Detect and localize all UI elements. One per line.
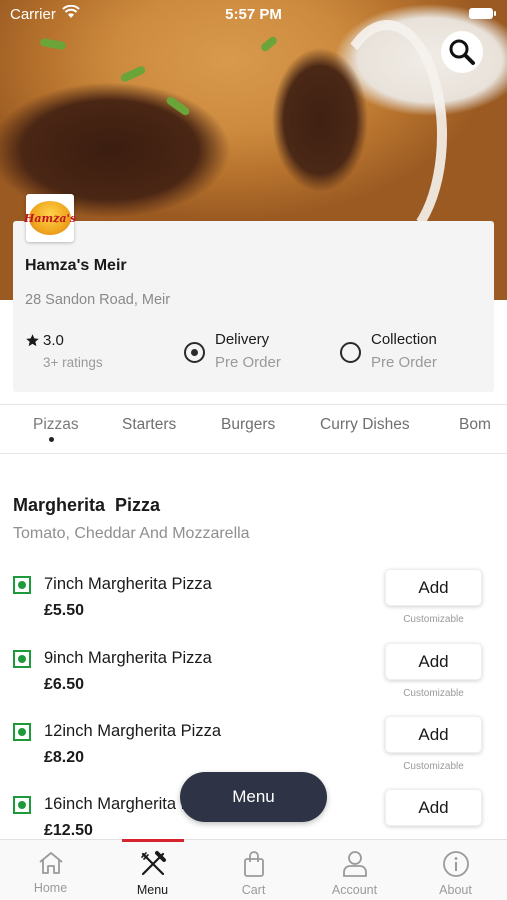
category-pizzas[interactable]: Pizzas [33, 416, 79, 434]
restaurant-name: Hamza's Meir [25, 257, 127, 274]
collection-subtitle: Pre Order [371, 354, 437, 371]
delivery-option[interactable]: Delivery Pre Order [184, 331, 281, 371]
home-icon [38, 852, 63, 874]
bottom-tab-bar: Home Menu Cart Account About [0, 839, 507, 900]
restaurant-logo: Hamza's [24, 194, 76, 242]
add-button[interactable]: Add [385, 716, 482, 753]
item-price: £6.50 [44, 676, 85, 693]
active-category-dot [49, 437, 54, 442]
menu-item: 7inch Margherita Pizza £5.50 Add Customi… [0, 569, 507, 643]
plate-rim [327, 20, 447, 250]
category-bom[interactable]: Bom [459, 416, 491, 434]
category-curry-dishes[interactable]: Curry Dishes [320, 416, 410, 434]
delivery-radio[interactable] [184, 342, 205, 363]
tab-home-label: Home [33, 881, 68, 895]
fork-knife-icon [140, 851, 166, 876]
garnish [165, 95, 191, 117]
add-button[interactable]: Add [385, 643, 482, 680]
category-tabs: Pizzas Starters Burgers Curry Dishes Bom [0, 404, 507, 454]
restaurant-card: Hamza's Hamza's Meir 28 Sandon Road, Mei… [13, 194, 494, 392]
customizable-label: Customizable [403, 761, 464, 772]
category-burgers[interactable]: Burgers [221, 416, 275, 434]
search-button[interactable] [441, 31, 483, 73]
rating-count: 3+ ratings [43, 355, 103, 370]
collection-option[interactable]: Collection Pre Order [340, 331, 437, 371]
garnish [119, 64, 147, 84]
garnish [259, 35, 279, 53]
tab-account[interactable]: Account [304, 840, 405, 900]
veg-icon [13, 723, 31, 741]
item-name: 12inch Margherita Pizza [44, 722, 222, 740]
logo-mark: Hamza's [24, 201, 76, 235]
add-button[interactable]: Add [385, 569, 482, 606]
section-title: Margherita Pizza [13, 495, 161, 515]
item-price: £5.50 [44, 602, 85, 619]
veg-icon [13, 796, 31, 814]
rating-block: 3.0 3+ ratings [25, 332, 103, 370]
rating-number: 3.0 [43, 332, 64, 349]
tab-cart-label: Cart [241, 883, 266, 897]
collection-title: Collection [371, 331, 437, 348]
bag-icon [243, 851, 264, 877]
customizable-label: Customizable [403, 688, 464, 699]
delivery-subtitle: Pre Order [215, 354, 281, 371]
customizable-label: Customizable [403, 614, 464, 625]
tab-cart[interactable]: Cart [203, 840, 304, 900]
battery-icon [469, 8, 496, 19]
radio-selected-dot [191, 349, 198, 356]
delivery-title: Delivery [215, 331, 270, 348]
category-starters[interactable]: Starters [122, 416, 176, 434]
tab-about[interactable]: About [405, 840, 506, 900]
search-icon [449, 39, 475, 65]
tab-menu-label: Menu [136, 883, 169, 897]
tab-about-label: About [439, 883, 472, 897]
clock: 5:57 PM [225, 6, 282, 23]
menu-floating-button[interactable]: Menu [180, 772, 327, 822]
tab-home[interactable]: Home [0, 840, 101, 900]
item-name: 9inch Margherita Pizza [44, 649, 212, 667]
active-tab-indicator [122, 839, 184, 842]
add-button[interactable]: Add [385, 789, 482, 826]
collection-radio[interactable] [340, 342, 361, 363]
person-icon [342, 851, 367, 877]
menu-item: 9inch Margherita Pizza £6.50 Add Customi… [0, 643, 507, 717]
status-bar: Carrier 5:57 PM [0, 0, 507, 28]
item-price: £12.50 [44, 822, 93, 839]
garnish [39, 37, 67, 51]
tab-menu[interactable]: Menu [102, 840, 203, 900]
veg-icon [13, 650, 31, 668]
star-icon [26, 334, 39, 347]
info-icon [442, 851, 469, 877]
section-description: Tomato, Cheddar And Mozzarella [13, 525, 250, 542]
logo-text: Hamza's [23, 211, 77, 225]
item-price: £8.20 [44, 749, 85, 766]
restaurant-address: 28 Sandon Road, Meir [25, 292, 171, 308]
item-name: 7inch Margherita Pizza [44, 575, 212, 593]
rating-value: 3.0 [25, 332, 103, 349]
tab-account-label: Account [331, 883, 378, 897]
veg-icon [13, 576, 31, 594]
